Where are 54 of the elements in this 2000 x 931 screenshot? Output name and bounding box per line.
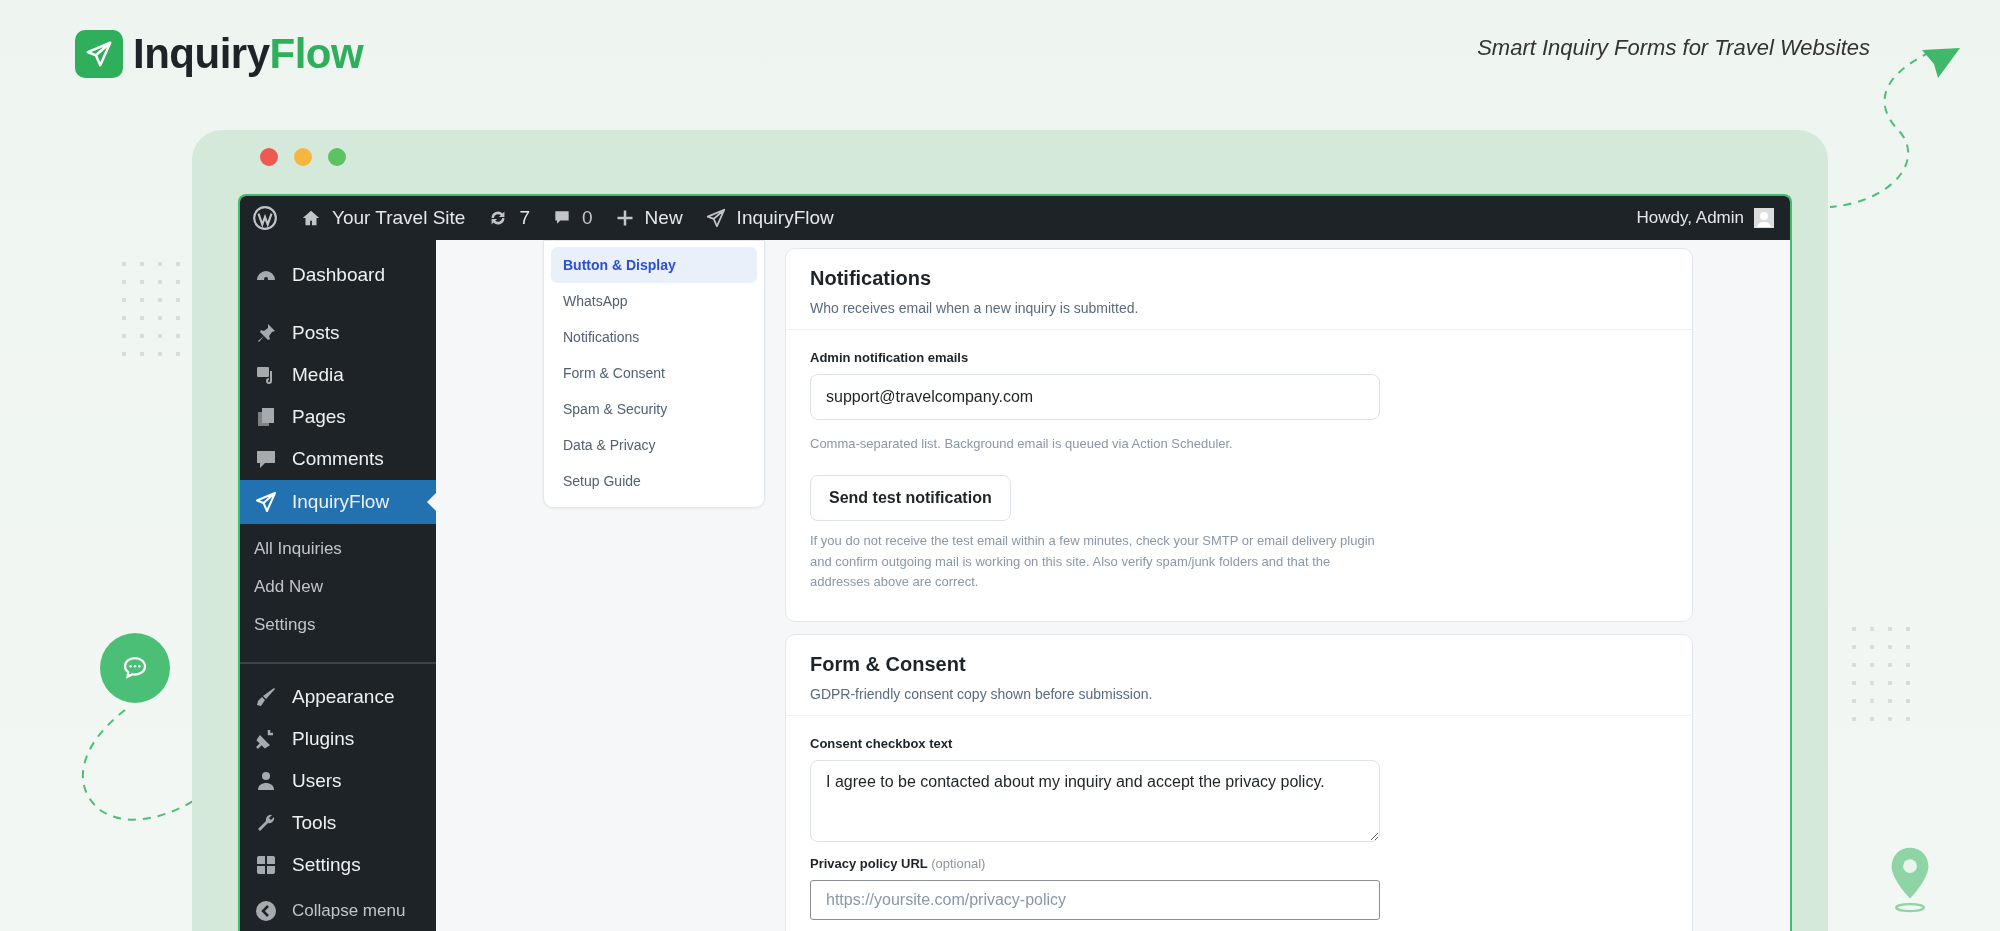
settings-nav-tab[interactable]: WhatsApp xyxy=(551,283,757,319)
brand-logo-text: InquiryFlow xyxy=(133,30,364,78)
section-description: Who receives email when a new inquiry is submitted. xyxy=(810,300,1140,316)
help-text: Comma-separated list. Background email is queued via Action Scheduler. xyxy=(810,435,1233,453)
sidebar-menu-item[interactable]: Users xyxy=(240,760,436,802)
sidebar-menu-item[interactable]: Dashboard xyxy=(240,254,436,296)
sidebar-menu-item[interactable]: Media xyxy=(240,354,436,396)
collapse-menu-button[interactable]: Collapse menu xyxy=(240,890,436,931)
window-control-dot[interactable] xyxy=(260,148,278,166)
settings-nav-tab[interactable]: Notifications xyxy=(551,319,757,355)
wordpress-logo-icon[interactable] xyxy=(252,205,278,231)
settings-nav-tab[interactable]: Button & Display xyxy=(551,247,757,283)
updates-link[interactable]: 7 xyxy=(487,207,530,229)
chevron-left-icon xyxy=(254,899,278,923)
comments-link[interactable]: 0 xyxy=(552,207,593,229)
sidebar-menu-item[interactable]: Plugins xyxy=(240,718,436,760)
plugin-link[interactable]: InquiryFlow xyxy=(704,207,834,229)
textarea-field[interactable]: I agree to be contacted about my inquiry and accept the privacy policy. xyxy=(810,760,1380,843)
field-label: Admin notification emails xyxy=(810,350,970,365)
sidebar-submenu-item[interactable]: Add New xyxy=(240,568,436,606)
text-input-field[interactable]: support@travelcompany.com xyxy=(810,374,1380,420)
sidebar-submenu-item[interactable]: Settings xyxy=(240,606,436,644)
settings-nav-tab[interactable]: Spam & Security xyxy=(551,391,757,427)
sidebar-submenu-item[interactable]: All Inquiries xyxy=(240,530,436,568)
paper-plane-logo-icon xyxy=(75,30,123,78)
sidebar-menu-item[interactable]: Appearance xyxy=(240,676,436,718)
section-title: Notifications xyxy=(810,267,933,290)
paper-plane-icon xyxy=(704,207,727,229)
window-control-dot[interactable] xyxy=(328,148,346,166)
sidebar-menu-item[interactable]: Pages xyxy=(240,396,436,438)
help-text: If you do not receive the test email within a few minutes, check your SMTP or email delivery plugin and confirm outgoing mail is working on this site. Also verify spam/junk folders and that the addresses above are correct. xyxy=(810,531,1375,592)
sidebar-menu-item[interactable]: Tools xyxy=(240,802,436,844)
field-label: Privacy policy URL (optional) xyxy=(810,856,987,872)
sidebar-menu-item[interactable]: Comments xyxy=(240,438,436,480)
sidebar-menu-item[interactable]: Settings xyxy=(240,844,436,886)
text-input-field[interactable]: https://yoursite.com/privacy-policy xyxy=(810,880,1380,921)
brush-icon xyxy=(254,685,278,709)
grid-icon xyxy=(254,853,278,877)
paper-plane-icon xyxy=(254,490,278,514)
section-title: Form & Consent xyxy=(810,653,967,677)
account-link[interactable]: Howdy, Admin xyxy=(1636,208,1774,228)
section-description: GDPR-friendly consent copy shown before submission. xyxy=(810,686,1154,703)
field-label: Consent checkbox text xyxy=(810,736,954,752)
settings-nav-tab[interactable]: Form & Consent xyxy=(551,355,757,391)
tagline: Smart Inquiry Forms for Travel Websites xyxy=(1477,35,1870,61)
settings-nav-tab[interactable]: Data & Privacy xyxy=(551,427,757,463)
avatar-icon xyxy=(1754,208,1774,228)
window-control-dot[interactable] xyxy=(294,148,312,166)
site-name-link[interactable]: Your Travel Site xyxy=(300,207,466,229)
new-content-link[interactable]: New xyxy=(614,207,683,229)
sidebar-menu-item[interactable]: Posts xyxy=(240,312,436,354)
settings-nav-tab[interactable]: Setup Guide xyxy=(551,463,757,499)
sidebar-menu-item[interactable]: InquiryFlow xyxy=(240,480,436,524)
send-test-button[interactable]: Send test notification xyxy=(810,474,1011,521)
